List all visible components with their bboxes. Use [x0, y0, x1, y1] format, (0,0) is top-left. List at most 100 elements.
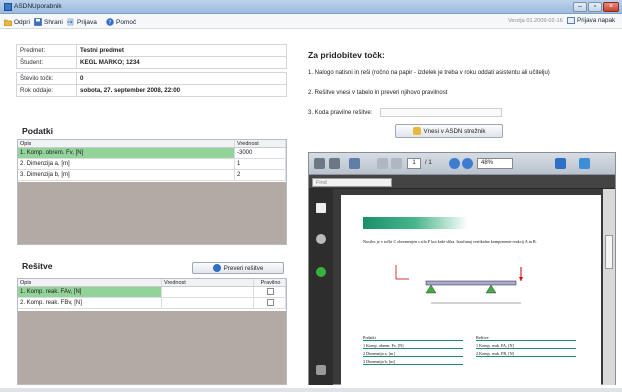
viewer-sidebar [309, 189, 333, 385]
svg-text:?: ? [109, 20, 112, 26]
version-label: Verzija 01.2009-02-16 [508, 18, 563, 24]
column-header-pravilno[interactable]: Pravilno [254, 279, 286, 286]
grid-empty-area [18, 311, 286, 384]
find-input[interactable]: Find [312, 178, 392, 187]
menu-login-label: Prijava [77, 18, 97, 26]
info-label: Študent: [16, 56, 77, 69]
instruction-step-2: 2. Rešitve vnesi v tabelo in preveri nji… [308, 90, 448, 96]
column-header-vrednost[interactable]: Vrednost [235, 140, 286, 147]
login-icon [67, 18, 75, 26]
cell-vrednost[interactable]: 1 [235, 159, 286, 169]
resitve-header: Opis Vrednost Pravilno [18, 279, 286, 287]
pdf-row: 1 Komp. reak. FA, [N] [476, 343, 576, 349]
info-row: Predmet: Testni predmet [16, 44, 287, 57]
fullscreen-icon[interactable] [579, 158, 590, 169]
check-solutions-label: Preveri rešitve [223, 264, 264, 272]
correct-checkbox[interactable] [267, 298, 274, 306]
cell-pravilno [254, 298, 286, 308]
menu-open[interactable]: Odpri [4, 17, 30, 27]
pdf-table-right-title: Rešitve [476, 335, 576, 341]
page-number-field[interactable]: 1 [407, 158, 421, 169]
next-page-icon[interactable] [391, 158, 402, 169]
close-button[interactable]: × [603, 2, 619, 12]
app-icon [4, 3, 12, 11]
check-solutions-button[interactable]: Preveri rešitve [192, 262, 284, 274]
pdf-table-right: Rešitve 1 Komp. reak. FA, [N] 2 Komp. re… [476, 335, 576, 357]
cell-opis: 2. Dimenzija a, [m] [18, 159, 235, 169]
status-bar [0, 388, 622, 392]
table-row[interactable]: 3. Dimenzija b, [m] 2 [18, 170, 286, 181]
zoom-out-icon[interactable] [449, 158, 460, 169]
prev-page-icon[interactable] [377, 158, 388, 169]
viewer-scrollbar[interactable] [603, 189, 615, 385]
pdf-row: 2 Dimenzija a, [m] [363, 351, 463, 357]
folder-open-icon [4, 18, 12, 26]
solution-code-field[interactable] [380, 108, 502, 117]
menu-login[interactable]: Prijava [67, 17, 97, 27]
hand-pointer-icon [412, 127, 421, 135]
pdf-problem-text: Nosilec je v točki C obremenjen s silo F… [363, 239, 537, 244]
menu-help[interactable]: ? Pomoč [106, 17, 136, 27]
pdf-header-band [363, 217, 468, 229]
column-header-vrednost[interactable]: Vrednost [162, 279, 254, 286]
maximize-button[interactable]: ▫ [588, 2, 602, 12]
pdf-table-left: Podatki 1 Komp. obrem. Fv, [N] 2 Dimenzi… [363, 335, 463, 365]
pdf-row: 3 Dimenzija b, [m] [363, 359, 463, 365]
resitve-grid: Opis Vrednost Pravilno 1. Komp. reak. FA… [17, 278, 287, 385]
cell-opis: 1. Komp. obrem. Fv, [N] [18, 148, 235, 158]
cell-vrednost[interactable]: -3000 [235, 148, 286, 158]
podatki-grid: Opis Vrednost 1. Komp. obrem. Fv, [N] -3… [17, 139, 287, 245]
cell-opis: 2. Komp. reak. FBv, [N] [18, 298, 162, 308]
fit-page-icon[interactable] [555, 158, 566, 169]
minimize-button[interactable]: – [573, 2, 587, 12]
zoom-select[interactable]: 48% [477, 158, 513, 169]
info-row: Študent: KEGL MARKO; 1234 [16, 56, 287, 69]
find-bar: Find [309, 175, 615, 189]
pdf-viewer: 1 / 1 48% Find Nosilec je v točki C obre… [308, 152, 616, 385]
save-icon[interactable] [329, 158, 340, 169]
submit-to-server-button[interactable]: Vnesi v ASDN strežnik [395, 124, 503, 138]
pages-icon[interactable] [316, 203, 326, 213]
cell-vrednost[interactable]: 2 [235, 170, 286, 180]
status-icon[interactable] [316, 267, 326, 277]
instruction-step-3-label: 3. Koda pravilne rešitve: [308, 110, 373, 116]
report-bugs-label: Prijava napak [577, 17, 616, 24]
podatki-header: Opis Vrednost [18, 140, 286, 148]
menu-open-label: Odpri [14, 18, 30, 26]
podatki-title: Podatki [22, 126, 54, 136]
window-title: ASDNUporabnik [14, 3, 62, 10]
info-row: Rok oddaje: sobota, 27. september 2008, 2… [16, 84, 287, 97]
info-value: sobota, 27. september 2008, 22:00 [76, 84, 287, 97]
info-row: Število točk: 0 [16, 72, 287, 85]
table-row[interactable]: 2. Komp. reak. FBv, [N] [18, 298, 286, 309]
scrollbar-thumb[interactable] [605, 235, 613, 269]
title-bar: ASDNUporabnik – ▫ × [0, 0, 622, 14]
info-value: Testni predmet [76, 44, 287, 57]
instruction-step-1: 1. Nalogo natisni in reši (ročno na papi… [308, 70, 550, 76]
cell-vrednost[interactable] [162, 298, 254, 308]
table-row[interactable]: 2. Dimenzija a, [m] 1 [18, 159, 286, 170]
pdf-table-left-title: Podatki [363, 335, 463, 341]
info-value: 0 [76, 72, 287, 85]
correct-checkbox[interactable] [267, 287, 274, 295]
column-header-opis[interactable]: Opis [18, 140, 235, 147]
pdf-row: 2 Komp. reak. FB, [N] [476, 351, 576, 357]
instructions-title: Za pridobitev točk: [308, 50, 385, 60]
menu-save[interactable]: Shrani [34, 17, 63, 27]
print-icon[interactable] [314, 158, 325, 169]
share-icon[interactable] [349, 158, 360, 169]
assignment-info-table: Predmet: Testni predmet Študent: KEGL MARK… [16, 44, 287, 97]
submit-to-server-label: Vnesi v ASDN strežnik [423, 127, 486, 135]
attachments-icon[interactable] [316, 234, 326, 244]
zoom-in-icon[interactable] [462, 158, 473, 169]
bug-report-icon [567, 17, 575, 24]
grid-empty-area [18, 182, 286, 244]
pdf-page: Nosilec je v točki C obremenjen s silo F… [341, 195, 601, 385]
report-bugs-button[interactable]: Prijava napak [567, 17, 615, 24]
table-row[interactable]: 1. Komp. obrem. Fv, [N] -3000 [18, 148, 286, 159]
table-row[interactable]: 1. Komp. reak. FAv, [N] [18, 287, 286, 298]
cell-vrednost[interactable] [162, 287, 254, 297]
column-header-opis[interactable]: Opis [18, 279, 162, 286]
paperclip-icon[interactable] [316, 365, 326, 375]
save-disk-icon [34, 18, 42, 26]
